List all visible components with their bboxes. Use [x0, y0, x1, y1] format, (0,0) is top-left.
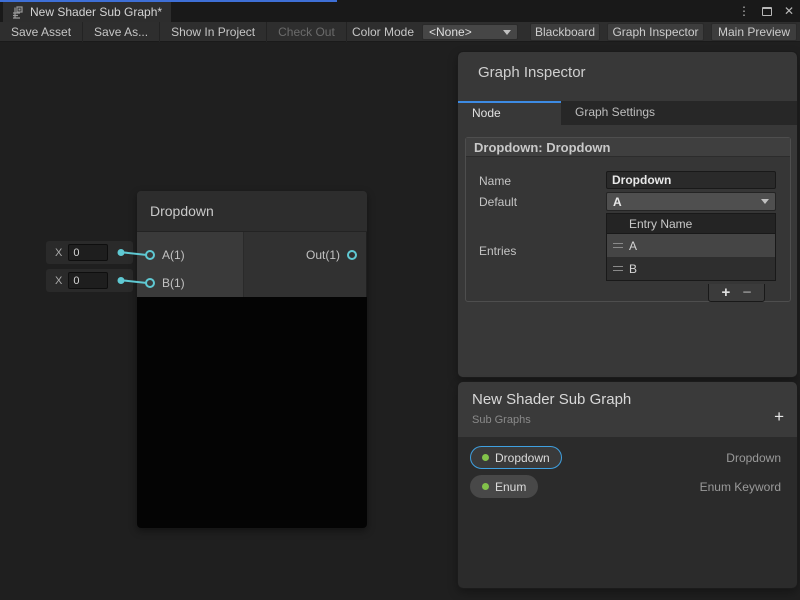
node-title: Dropdown	[150, 203, 214, 219]
property-name: Dropdown	[495, 451, 550, 465]
tab-node-settings[interactable]: Node Settings	[458, 101, 561, 125]
default-value: A	[613, 195, 622, 209]
chevron-down-icon	[503, 30, 511, 35]
input-port-b-icon[interactable]	[145, 278, 155, 288]
input-a-value-field[interactable]	[68, 244, 108, 261]
exposed-dot-icon	[482, 454, 489, 461]
property-pill-enum[interactable]: Enum	[470, 475, 538, 498]
entry-name: B	[629, 262, 637, 276]
main-preview-toggle-button[interactable]: Main Preview	[711, 23, 797, 41]
entry-row-a[interactable]: A	[607, 234, 775, 257]
remove-entry-button[interactable]: −	[743, 285, 752, 301]
blackboard-toggle-button[interactable]: Blackboard	[530, 23, 600, 41]
entries-header: Entry Name	[607, 214, 775, 234]
inspector-title: Graph Inspector	[458, 52, 797, 101]
input-b-value-field[interactable]	[68, 272, 108, 289]
close-icon[interactable]: ✕	[784, 0, 794, 22]
tab-title: New Shader Sub Graph*	[30, 5, 162, 19]
show-in-project-button[interactable]: Show In Project	[160, 22, 267, 42]
exposed-dot-icon	[482, 483, 489, 490]
entry-name: A	[629, 239, 637, 253]
window-menu-icon[interactable]: ⋮	[738, 0, 750, 22]
port-row-a: A(1)	[137, 241, 243, 269]
blackboard-subtitle: Sub Graphs	[472, 414, 797, 426]
input-a-axis-label: X	[55, 247, 62, 259]
port-row-out: Out(1)	[244, 241, 366, 269]
input-port-a-icon[interactable]	[145, 250, 155, 260]
graph-inspector-panel: Graph Inspector Node Settings Graph Sett…	[458, 52, 797, 377]
check-out-button: Check Out	[267, 22, 347, 42]
name-label: Name	[479, 174, 511, 188]
color-mode-value: <None>	[429, 25, 472, 39]
shader-graph-icon	[11, 6, 24, 19]
node-input-ports: A(1) B(1)	[137, 232, 244, 297]
window-tab-strip: New Shader Sub Graph* ⋮ ✕	[0, 0, 800, 22]
add-property-button[interactable]: +	[774, 408, 784, 425]
entries-label: Entries	[479, 244, 516, 258]
output-port-icon[interactable]	[347, 250, 357, 260]
section-title: Dropdown: Dropdown	[466, 138, 790, 157]
blackboard-title: New Shader Sub Graph	[472, 391, 797, 408]
blackboard-panel: New Shader Sub Graph Sub Graphs + Dropdo…	[458, 382, 797, 588]
entries-list-footer: + −	[708, 284, 765, 302]
blackboard-row-enum: Enum Enum Keyword	[470, 475, 781, 498]
node-header[interactable]: Dropdown	[137, 191, 367, 232]
property-type-label: Dropdown	[726, 451, 781, 465]
input-b-axis-label: X	[55, 275, 62, 287]
entries-list: Entry Name A B	[606, 213, 776, 281]
node-settings-body: Dropdown: Dropdown Name Default A Entrie…	[458, 125, 797, 377]
graph-toolbar: Save Asset Save As... Show In Project Ch…	[0, 22, 800, 42]
color-mode-label: Color Mode	[352, 22, 414, 42]
node-preview	[137, 297, 367, 528]
blackboard-row-dropdown: Dropdown Dropdown	[470, 446, 781, 469]
blackboard-header: New Shader Sub Graph Sub Graphs +	[458, 382, 797, 437]
graph-inspector-toggle-button[interactable]: Graph Inspector	[607, 23, 704, 41]
drag-handle-icon[interactable]	[613, 243, 623, 248]
node-output-ports: Out(1)	[244, 232, 366, 297]
color-mode-dropdown[interactable]: <None>	[422, 24, 518, 40]
input-a-value-widget: X	[46, 241, 133, 264]
inspector-tabs: Node Settings Graph Settings	[458, 101, 797, 125]
port-row-b: B(1)	[137, 269, 243, 297]
dropdown-settings-section: Dropdown: Dropdown Name Default A Entrie…	[465, 137, 791, 302]
dropdown-node[interactable]: Dropdown A(1) B(1) Out(1)	[137, 191, 367, 528]
chevron-down-icon	[761, 199, 769, 204]
save-asset-button[interactable]: Save Asset	[0, 22, 83, 42]
document-tab[interactable]: New Shader Sub Graph*	[3, 2, 171, 22]
default-label: Default	[479, 195, 517, 209]
name-field[interactable]	[606, 171, 776, 189]
drag-handle-icon[interactable]	[613, 266, 623, 271]
property-pill-dropdown[interactable]: Dropdown	[470, 446, 562, 469]
blackboard-body: Dropdown Dropdown Enum Enum Keyword	[458, 437, 797, 588]
maximize-icon[interactable]	[762, 7, 772, 16]
input-port-a-label: A(1)	[162, 248, 185, 262]
property-name: Enum	[495, 480, 526, 494]
input-b-value-widget: X	[46, 269, 133, 292]
entry-row-b[interactable]: B	[607, 257, 775, 280]
add-entry-button[interactable]: +	[721, 285, 730, 301]
tab-graph-settings[interactable]: Graph Settings	[561, 101, 669, 125]
default-dropdown[interactable]: A	[606, 192, 776, 211]
input-port-b-label: B(1)	[162, 276, 185, 290]
output-port-label: Out(1)	[306, 248, 340, 262]
property-type-label: Enum Keyword	[700, 480, 781, 494]
save-as-button[interactable]: Save As...	[83, 22, 160, 42]
